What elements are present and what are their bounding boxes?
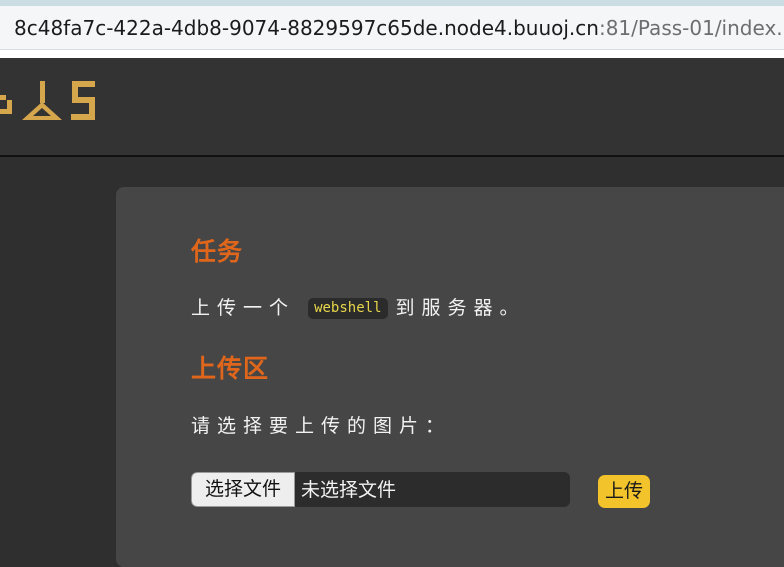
url-host: 8c48fa7c-422a-4db8-9074-8829597c65de.nod…	[14, 16, 599, 40]
toolbar-separator	[0, 50, 784, 58]
url-path: :81/Pass-01/index.php	[598, 16, 784, 40]
upload-submit-button[interactable]: 上传	[598, 475, 650, 508]
upload-heading: 上传区	[191, 354, 270, 383]
site-logo[interactable]	[0, 78, 100, 128]
task-text-before: 上传一个	[191, 297, 296, 319]
url-text[interactable]: 8c48fa7c-422a-4db8-9074-8829597c65de.nod…	[14, 16, 784, 40]
upload-prompt: 请选择要上传的图片：	[191, 415, 452, 437]
task-description: 上传一个 webshell 到服务器。	[191, 293, 526, 320]
task-text-after: 到服务器。	[395, 297, 526, 319]
choose-file-button[interactable]: 选择文件	[191, 472, 295, 507]
task-heading: 任务	[191, 237, 244, 266]
file-input[interactable]: 选择文件 未选择文件	[191, 472, 570, 507]
address-bar[interactable]: 8c48fa7c-422a-4db8-9074-8829597c65de.nod…	[0, 6, 784, 50]
file-status: 未选择文件	[301, 479, 397, 501]
webshell-code: webshell	[308, 298, 388, 319]
site-header	[0, 58, 784, 157]
